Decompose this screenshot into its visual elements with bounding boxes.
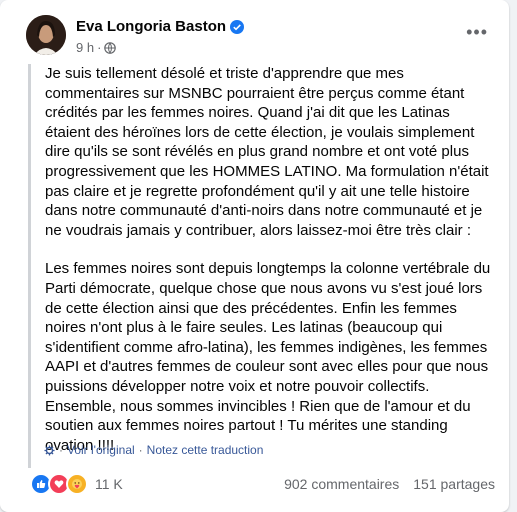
author-row: Eva Longoria Baston: [76, 18, 245, 35]
post-stats: 902 commentaires 151 partages: [284, 476, 495, 492]
reaction-icons[interactable]: [30, 473, 88, 495]
post-paragraph-1: Je suis tellement désolé et triste d'app…: [45, 65, 489, 239]
translation-dot: ·: [59, 443, 63, 457]
avatar[interactable]: [26, 15, 66, 55]
post-header: Eva Longoria Baston 9 h · •••: [20, 12, 500, 56]
post-time[interactable]: 9 h: [76, 40, 94, 55]
shares-count[interactable]: 151 partages: [413, 476, 495, 492]
translation-bar: · Voir l'original · Notez cette traducti…: [44, 443, 263, 457]
post-meta: 9 h ·: [76, 40, 117, 55]
comments-count[interactable]: 902 commentaires: [284, 476, 399, 492]
reaction-count[interactable]: 11 K: [95, 476, 123, 492]
post-paragraph-2: Les femmes noires sont depuis longtemps …: [45, 260, 491, 454]
post-body: Je suis tellement désolé et triste d'app…: [28, 64, 498, 468]
author-name[interactable]: Eva Longoria Baston: [76, 18, 226, 35]
care-reaction-icon: [66, 473, 88, 495]
meta-dot: ·: [97, 40, 102, 55]
view-original-link[interactable]: Voir l'original: [67, 443, 135, 457]
translation-separator: ·: [138, 443, 143, 457]
globe-icon: [104, 41, 117, 54]
post-footer: 11 K 902 commentaires 151 partages: [30, 472, 495, 496]
translate-gear-icon: [44, 444, 55, 456]
verified-badge-icon: [230, 19, 245, 34]
post-card: Eva Longoria Baston 9 h · ••• Je suis te…: [0, 0, 509, 512]
rate-translation-link[interactable]: Notez cette traduction: [147, 443, 264, 457]
more-options-icon[interactable]: •••: [466, 22, 488, 43]
